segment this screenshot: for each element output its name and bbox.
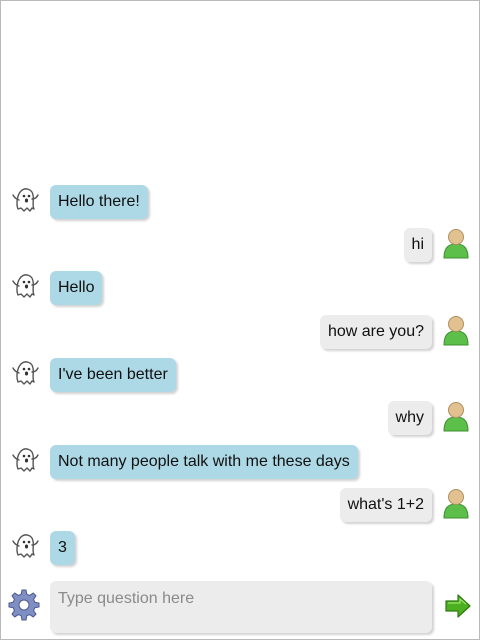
- ghost-icon: [12, 448, 39, 472]
- user-message: how are you?: [1, 313, 480, 353]
- message-bubble: Hello there!: [50, 185, 148, 219]
- ghost-icon: [12, 534, 39, 558]
- user-message: hi: [1, 226, 480, 266]
- bot-message: Hello there!: [1, 183, 480, 223]
- ghost-icon: [12, 361, 39, 385]
- message-bubble: what's 1+2: [339, 488, 432, 522]
- person-icon: [443, 402, 469, 432]
- person-icon: [443, 489, 469, 519]
- ghost-icon: [12, 274, 39, 298]
- message-bubble: I've been better: [50, 358, 176, 392]
- bot-message: I've been better: [1, 356, 480, 396]
- gear-icon[interactable]: [8, 589, 40, 621]
- user-message: what's 1+2: [1, 486, 480, 526]
- composer: [1, 577, 480, 637]
- message-bubble: 3: [50, 531, 75, 565]
- message-bubble: how are you?: [319, 315, 432, 349]
- chat-window: Hello there! hi Hello how are you? I've …: [0, 0, 480, 640]
- ghost-icon: [12, 188, 39, 212]
- user-message: why: [1, 399, 480, 439]
- person-icon: [443, 316, 469, 346]
- right-arrow-icon[interactable]: [444, 593, 472, 619]
- bot-message: 3: [1, 529, 480, 569]
- message-bubble: why: [387, 401, 432, 435]
- question-input[interactable]: [50, 581, 432, 633]
- bot-message: Hello: [1, 269, 480, 309]
- bot-message: Not many people talk with me these days: [1, 443, 480, 483]
- message-bubble: hi: [403, 228, 432, 262]
- person-icon: [443, 229, 469, 259]
- message-bubble: Hello: [50, 271, 103, 305]
- message-bubble: Not many people talk with me these days: [50, 445, 358, 479]
